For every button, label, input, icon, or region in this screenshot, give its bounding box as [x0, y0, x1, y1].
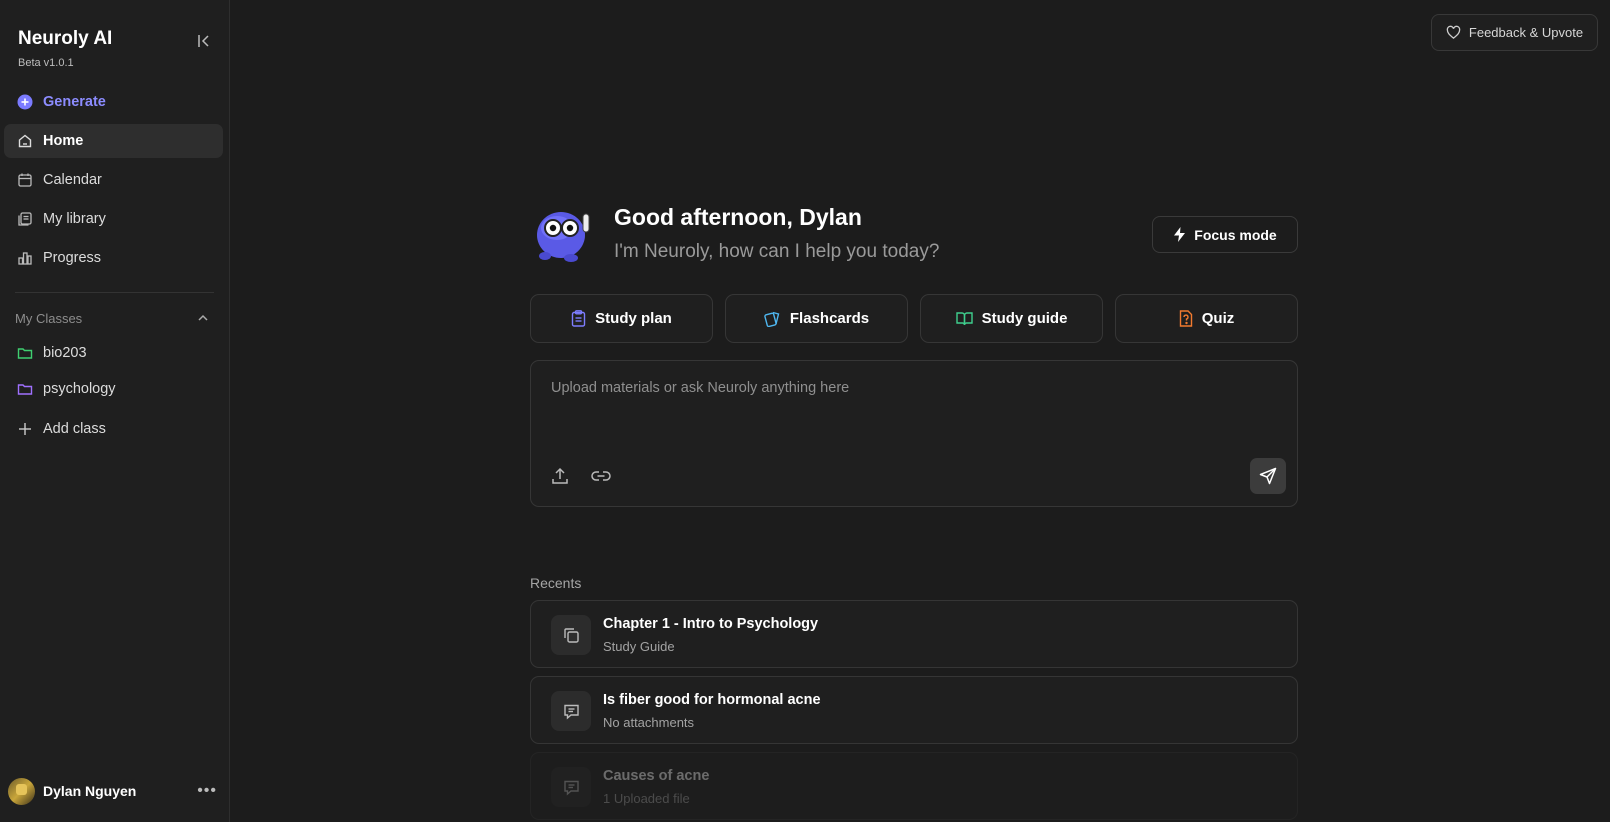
- calendar-icon: [16, 172, 33, 189]
- copy-icon: [551, 615, 591, 655]
- link-icon[interactable]: [591, 468, 611, 484]
- greeting-subtitle: I'm Neuroly, how can I help you today?: [614, 241, 940, 262]
- feedback-label: Feedback & Upvote: [1468, 25, 1584, 40]
- class-label: psychology: [43, 381, 116, 397]
- clipboard-icon: [571, 310, 586, 327]
- sidebar-item-progress[interactable]: Progress: [4, 241, 223, 275]
- generate-label: Generate: [43, 94, 106, 110]
- more-options-icon[interactable]: •••: [197, 782, 217, 800]
- recent-item[interactable]: Causes of acne 1 Uploaded file: [530, 752, 1298, 820]
- focus-mode-label: Focus mode: [1194, 226, 1277, 243]
- upload-icon[interactable]: [551, 467, 569, 485]
- user-name: Dylan Nguyen: [43, 783, 137, 799]
- class-item-bio203[interactable]: bio203: [4, 336, 223, 370]
- mascot-illustration: [537, 212, 590, 262]
- chat-icon: [551, 767, 591, 807]
- quiz-button[interactable]: Quiz: [1115, 294, 1298, 343]
- sidebar-item-label: Home: [43, 133, 84, 149]
- greeting-title: Good afternoon, Dylan: [614, 204, 862, 230]
- recent-subtitle: Study Guide: [603, 639, 675, 654]
- recent-title: Causes of acne: [603, 768, 710, 784]
- cards-icon: [764, 311, 780, 327]
- open-book-icon: [955, 312, 973, 326]
- study-plan-button[interactable]: Study plan: [530, 294, 713, 343]
- sidebar-item-label: Progress: [43, 250, 102, 266]
- recent-item[interactable]: Is fiber good for hormonal acne No attac…: [530, 676, 1298, 744]
- recent-title: Chapter 1 - Intro to Psychology: [603, 616, 819, 632]
- bar-chart-icon: [16, 250, 33, 267]
- collapse-sidebar-icon[interactable]: [196, 33, 212, 49]
- recent-item[interactable]: Chapter 1 - Intro to Psychology Study Gu…: [530, 600, 1298, 668]
- recent-subtitle: 1 Uploaded file: [603, 791, 690, 806]
- user-profile[interactable]: Dylan Nguyen •••: [8, 774, 223, 808]
- quiz-file-icon: [1179, 310, 1192, 327]
- add-class-button[interactable]: Add class: [4, 412, 223, 446]
- sidebar-item-my-library[interactable]: My library: [4, 202, 223, 236]
- flashcards-button[interactable]: Flashcards: [725, 294, 908, 343]
- focus-mode-button[interactable]: Focus mode: [1152, 216, 1298, 253]
- chevron-up-icon[interactable]: [196, 311, 210, 325]
- folder-icon: [16, 381, 33, 398]
- chip-label: Flashcards: [789, 310, 870, 327]
- send-button[interactable]: [1250, 458, 1286, 494]
- heart-icon: [1446, 25, 1461, 39]
- my-classes-heading: My Classes: [15, 311, 83, 326]
- feedback-button[interactable]: Feedback & Upvote: [1431, 14, 1598, 51]
- composer: [530, 360, 1298, 507]
- recents-heading: Recents: [530, 575, 582, 591]
- recent-title: Is fiber good for hormonal acne: [603, 692, 821, 708]
- chip-label: Quiz: [1201, 310, 1235, 327]
- sidebar-item-label: Calendar: [43, 172, 102, 188]
- class-label: bio203: [43, 345, 87, 361]
- folder-icon: [16, 345, 33, 362]
- sidebar-divider: [15, 292, 214, 293]
- lightning-icon: [1174, 227, 1186, 242]
- generate-button[interactable]: Generate: [4, 85, 223, 119]
- version-label: Beta v1.0.1: [18, 57, 74, 69]
- sidebar-item-label: My library: [43, 211, 106, 227]
- plus-circle-icon: [16, 94, 33, 111]
- class-item-psychology[interactable]: psychology: [4, 372, 223, 406]
- recent-subtitle: No attachments: [603, 715, 695, 730]
- home-icon: [16, 133, 33, 150]
- sidebar-item-calendar[interactable]: Calendar: [4, 163, 223, 197]
- chip-label: Study plan: [595, 310, 672, 327]
- send-icon: [1259, 467, 1277, 485]
- study-guide-button[interactable]: Study guide: [920, 294, 1103, 343]
- library-icon: [16, 211, 33, 228]
- chat-icon: [551, 691, 591, 731]
- add-class-label: Add class: [43, 421, 106, 437]
- sidebar-item-home[interactable]: Home: [4, 124, 223, 158]
- brand-title: Neuroly AI: [18, 28, 113, 49]
- sidebar: Neuroly AI Beta v1.0.1 Generate Home Cal…: [0, 0, 230, 822]
- chat-input[interactable]: [549, 379, 1273, 397]
- chip-label: Study guide: [981, 310, 1068, 327]
- avatar: [8, 777, 35, 805]
- plus-icon: [16, 421, 33, 438]
